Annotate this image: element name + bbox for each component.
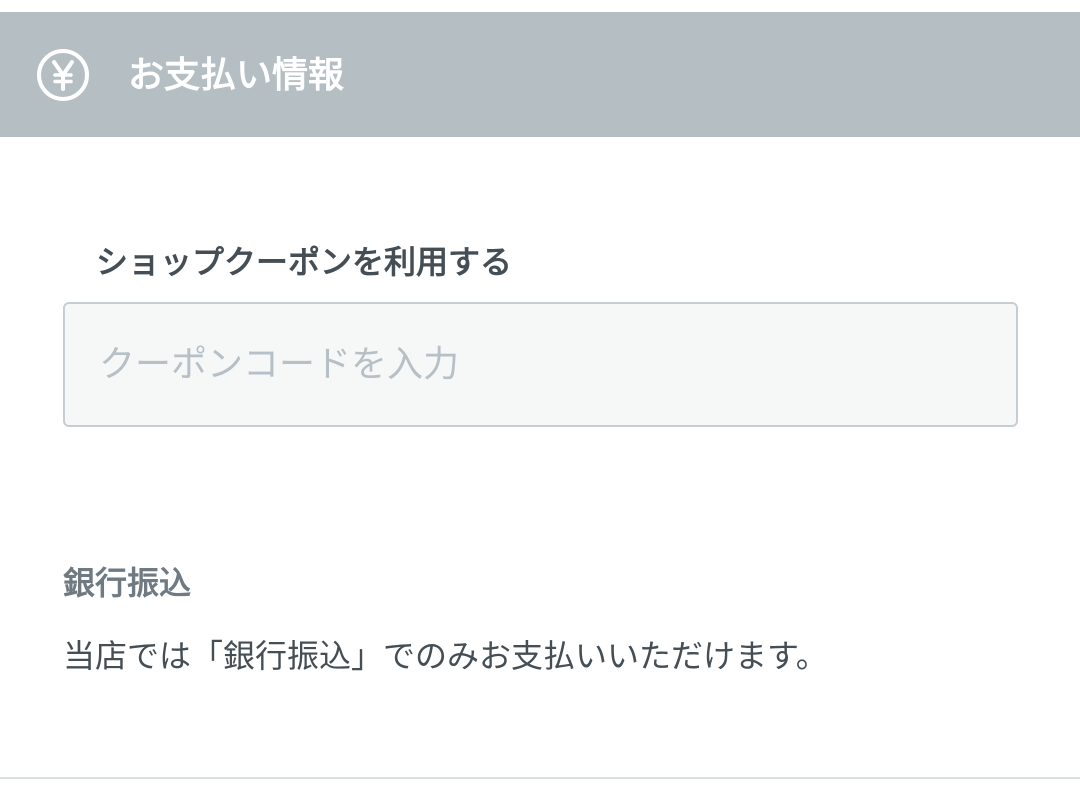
bank-transfer-title: 銀行振込 — [63, 564, 192, 602]
top-strip — [0, 0, 1080, 12]
page-title: お支払い情報 — [128, 55, 345, 96]
divider — [0, 777, 1080, 779]
bank-transfer-description: 当店では「銀行振込」でのみお支払いいただけます。 — [63, 637, 828, 675]
coupon-label: ショップクーポンを利用する — [96, 243, 513, 281]
yen-circle-icon — [36, 48, 90, 102]
payment-info-header: お支払い情報 — [0, 12, 1080, 137]
coupon-code-input[interactable] — [63, 302, 1018, 427]
